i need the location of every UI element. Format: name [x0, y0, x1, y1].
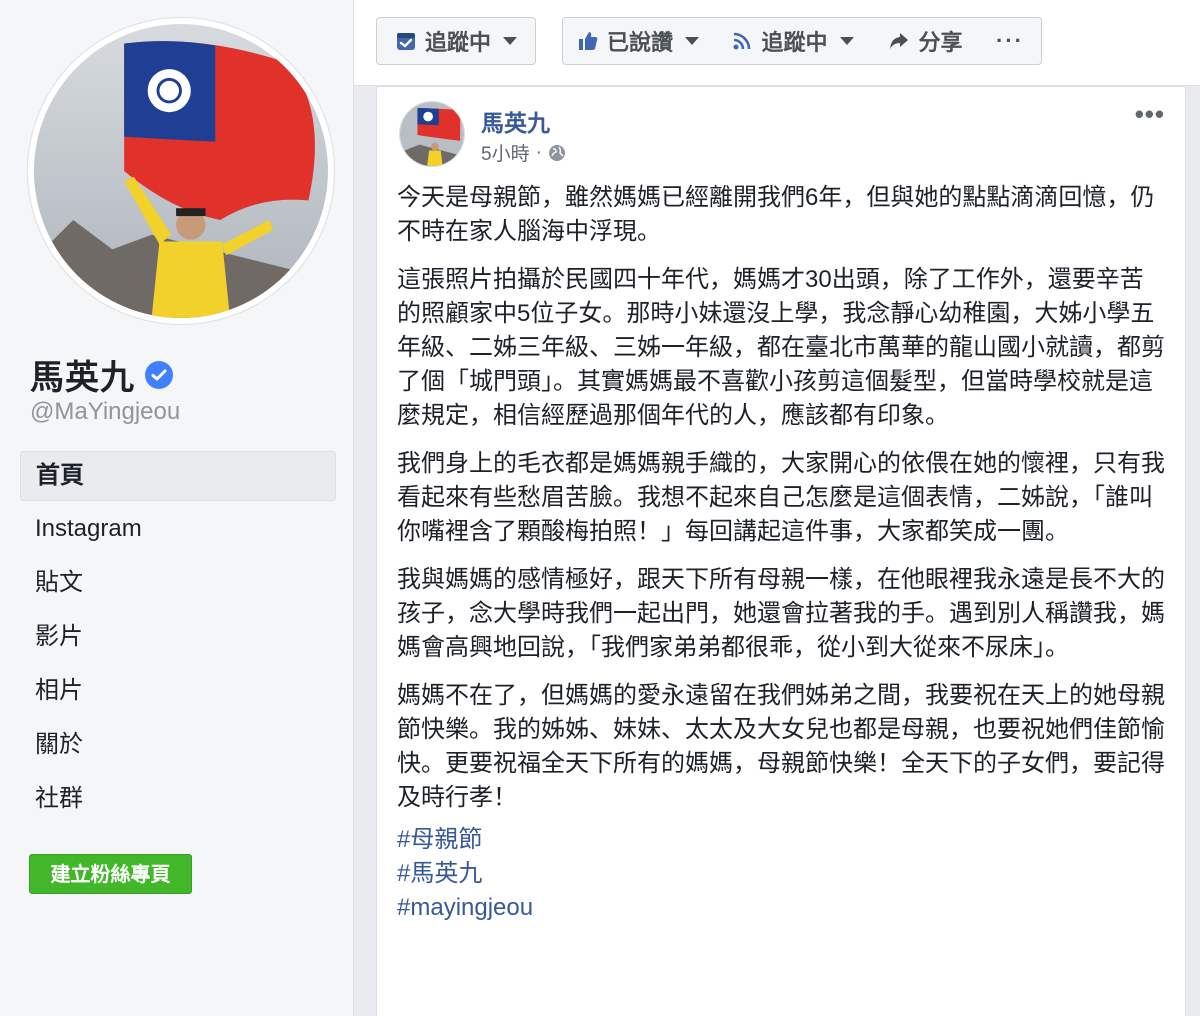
post-paragraph: 我與媽媽的感情極好，跟天下所有母親一樣，在他眼裡我永遠是長不大的孩子，念大學時我… [397, 566, 1165, 661]
liked-label: 已說讚 [606, 30, 673, 55]
rss-icon [733, 32, 751, 50]
verified-badge-icon [145, 360, 173, 389]
nav-item-community[interactable]: 社群 [20, 773, 336, 825]
page-username[interactable]: @MaYingjeou [30, 398, 180, 426]
thumbs-up-icon [578, 32, 598, 50]
follow-feed-label: 追蹤中 [761, 30, 828, 55]
share-button[interactable]: 分享 [872, 17, 980, 65]
post-body: 今天是母親節，雖然媽媽已經離開我們6年，但與她的點點滴滴回憶，仍不時在家人腦海中… [397, 181, 1167, 925]
nav-item-posts[interactable]: 貼文 [20, 557, 336, 609]
hashtag-link[interactable]: #馬英九 [397, 857, 1167, 891]
page-action-bar: 追蹤中 已說讚 追蹤中 分享 ··· [354, 0, 1200, 86]
share-label: 分享 [918, 30, 963, 55]
profile-picture[interactable] [28, 18, 334, 324]
more-options-button[interactable]: ··· [979, 17, 1042, 65]
post-card: 馬英九 5小時 · ••• 今天是母親節，雖然媽媽已經離開我們6年，但與她的點點… [376, 86, 1186, 1016]
liked-button[interactable]: 已說讚 [562, 17, 714, 65]
page-name[interactable]: 馬英九 [30, 350, 173, 399]
more-options-label: ··· [996, 28, 1024, 53]
nav-item-photos[interactable]: 相片 [20, 665, 336, 717]
page-nav: 首頁 Instagram 貼文 影片 相片 關於 社群 [20, 451, 336, 827]
profile-photo-flag-illustration [34, 24, 328, 318]
globe-icon[interactable] [548, 144, 566, 162]
left-sidebar: 馬英九 @MaYingjeou 首頁 Instagram 貼文 影片 相片 關於… [0, 0, 354, 1016]
post-paragraph: 我們身上的毛衣都是媽媽親手織的，大家開心的依偎在她的懷裡，只有我看起來有些愁眉苦… [397, 450, 1165, 545]
chevron-down-icon [503, 37, 517, 45]
hashtag-link[interactable]: #mayingjeou [397, 891, 1167, 925]
post-options-button[interactable]: ••• [1135, 99, 1165, 130]
post-time-separator: · [535, 141, 542, 163]
post-avatar-flag-illustration [400, 102, 464, 166]
chevron-down-icon [685, 37, 699, 45]
post-timestamp: 5小時 · [481, 139, 566, 166]
nav-item-videos[interactable]: 影片 [20, 611, 336, 663]
post-paragraph: 這張照片拍攝於民國四十年代，媽媽才30出頭，除了工作外，還要辛苦的照顧家中5位子… [397, 266, 1165, 429]
post-author-name[interactable]: 馬英九 [481, 104, 550, 138]
following-icon [396, 33, 415, 50]
following-button[interactable]: 追蹤中 [376, 17, 536, 65]
nav-item-instagram[interactable]: Instagram [20, 503, 336, 555]
nav-item-about[interactable]: 關於 [20, 719, 336, 771]
post-author-avatar[interactable] [399, 101, 465, 167]
following-label: 追蹤中 [424, 30, 491, 55]
create-page-button[interactable]: 建立粉絲專頁 [29, 854, 192, 894]
page-name-text[interactable]: 馬英九 [30, 350, 135, 399]
post-paragraph: 今天是母親節，雖然媽媽已經離開我們6年，但與她的點點滴滴回憶，仍不時在家人腦海中… [397, 184, 1155, 245]
post-time-text[interactable]: 5小時 [481, 139, 530, 166]
hashtag-link[interactable]: #母親節 [397, 823, 1167, 857]
share-arrow-icon [890, 33, 909, 49]
follow-feed-button[interactable]: 追蹤中 [713, 17, 873, 65]
chevron-down-icon [839, 37, 854, 45]
nav-item-home[interactable]: 首頁 [20, 451, 336, 501]
post-paragraph: 媽媽不在了，但媽媽的愛永遠留在我們姊弟之間，我要祝在天上的她母親節快樂。我的姊姊… [397, 682, 1165, 811]
